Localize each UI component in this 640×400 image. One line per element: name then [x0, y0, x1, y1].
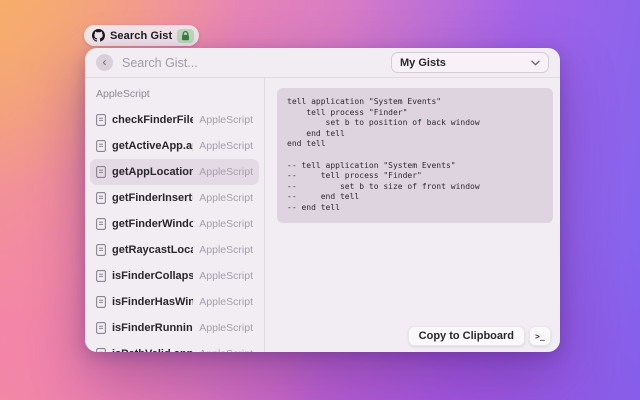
- launcher-pill[interactable]: Search Gist: [84, 25, 200, 46]
- gist-tag: AppleScript: [199, 218, 253, 230]
- gist-title: isFinderHasWindow...: [112, 296, 193, 308]
- gist-title: getAppLocation.ap...: [112, 166, 193, 178]
- document-icon: [96, 270, 106, 282]
- list-item[interactable]: getRaycastLocatio... AppleScript: [90, 237, 259, 263]
- back-chevron-icon: ‹: [102, 54, 107, 69]
- pill-title: Search Gist: [110, 29, 173, 42]
- search-input[interactable]: [122, 55, 382, 70]
- gist-list: AppleScript checkFinderFileExi... AppleS…: [85, 78, 265, 352]
- list-item[interactable]: isPathValid.applesc... AppleScript: [90, 341, 259, 352]
- document-icon: [96, 244, 106, 256]
- document-icon: [96, 296, 106, 308]
- lock-icon: [182, 30, 190, 40]
- code-block: tell application "System Events" tell pr…: [277, 88, 553, 223]
- gist-title: getActiveApp.apple...: [112, 140, 193, 152]
- terminal-icon[interactable]: >_: [529, 326, 551, 346]
- lock-badge: [177, 28, 195, 43]
- gist-title: isPathValid.applesc...: [112, 348, 193, 352]
- search-bar: ‹ My Gists: [85, 48, 560, 78]
- copy-to-clipboard-button[interactable]: Copy to Clipboard: [407, 326, 525, 346]
- github-icon: [92, 29, 105, 42]
- list-item[interactable]: isFinderHasWindow... AppleScript: [90, 289, 259, 315]
- document-icon: [96, 114, 106, 126]
- footer-actions: Copy to Clipboard >_: [407, 326, 551, 346]
- search-gist-window: ‹ My Gists AppleScript checkFinderFileEx…: [85, 48, 560, 352]
- gist-tag: AppleScript: [199, 192, 253, 204]
- gist-tag: AppleScript: [199, 244, 253, 256]
- document-icon: [96, 348, 106, 352]
- list-item[interactable]: getFinderInsertion... AppleScript: [90, 185, 259, 211]
- dropdown-value: My Gists: [400, 56, 446, 69]
- gist-title: getFinderInsertion...: [112, 192, 193, 204]
- list-item-selected[interactable]: getAppLocation.ap... AppleScript: [90, 159, 259, 185]
- gist-title: isFinderRunning.ap...: [112, 322, 193, 334]
- list-item[interactable]: isFinderCollapsed.a... AppleScript: [90, 263, 259, 289]
- list-item[interactable]: getFinderWindowP... AppleScript: [90, 211, 259, 237]
- document-icon: [96, 140, 106, 152]
- gist-tag: AppleScript: [199, 166, 253, 178]
- gist-title: checkFinderFileExi...: [112, 114, 193, 126]
- section-header: AppleScript: [96, 88, 150, 100]
- list-item[interactable]: getActiveApp.apple... AppleScript: [90, 133, 259, 159]
- gist-tag: AppleScript: [199, 114, 253, 126]
- applescript-code: tell application "System Events" tell pr…: [287, 97, 480, 212]
- document-icon: [96, 322, 106, 334]
- chevron-down-icon: [531, 60, 540, 65]
- document-icon: [96, 192, 106, 204]
- document-icon: [96, 166, 106, 178]
- gist-tag: AppleScript: [199, 270, 253, 282]
- gist-title: isFinderCollapsed.a...: [112, 270, 193, 282]
- list-item[interactable]: checkFinderFileExi... AppleScript: [90, 107, 259, 133]
- window-body: AppleScript checkFinderFileExi... AppleS…: [85, 78, 560, 352]
- gist-title: getRaycastLocatio...: [112, 244, 193, 256]
- gist-tag: AppleScript: [199, 296, 253, 308]
- gist-tag: AppleScript: [199, 140, 253, 152]
- list-item[interactable]: isFinderRunning.ap... AppleScript: [90, 315, 259, 341]
- gist-detail-panel: tell application "System Events" tell pr…: [265, 78, 560, 352]
- gist-tag: AppleScript: [199, 322, 253, 334]
- document-icon: [96, 218, 106, 230]
- gist-scope-dropdown[interactable]: My Gists: [391, 52, 549, 73]
- gist-title: getFinderWindowP...: [112, 218, 194, 230]
- gist-tag: AppleScript: [199, 348, 253, 352]
- back-button[interactable]: ‹: [96, 54, 113, 71]
